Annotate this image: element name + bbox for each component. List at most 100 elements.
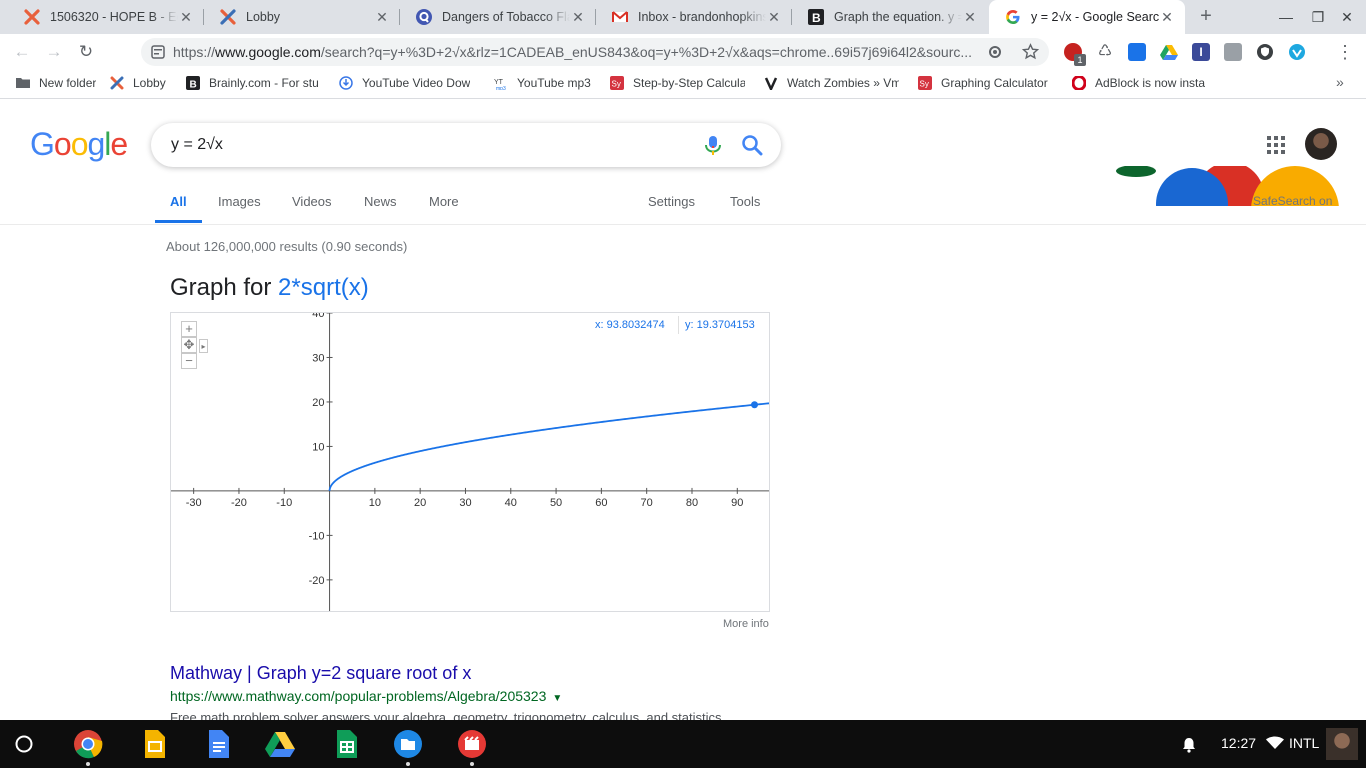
quizlet-q-icon [416,9,432,25]
account-avatar[interactable] [1305,128,1337,160]
svg-text:Sy: Sy [920,80,929,89]
calendar-extension-icon[interactable] [1128,43,1146,61]
x-tick-label: 20 [414,497,426,509]
browser-tab-1[interactable]: 1506320 - HOPE B - Edg ✕ [8,0,204,34]
tab-news[interactable]: News [364,194,397,209]
tab-settings[interactable]: Settings [648,194,695,209]
bookmark-item[interactable]: YT mp3 YouTube mp3 [494,76,591,90]
video-player-icon[interactable] [457,729,487,759]
bookmark-item[interactable]: Sy Graphing Calculator [918,76,1048,90]
graph-canvas[interactable]: -30 -20 -10 10 20 30 40 50 60 70 80 90 -20 -10 10 20 30 4… [171,313,769,611]
restore-button[interactable]: ❐ [1309,8,1327,26]
function-graph[interactable]: -30 -20 -10 10 20 30 40 50 60 70 80 90 -20 -10 10 20 30 4… [170,312,770,612]
tab-all[interactable]: All [170,194,187,209]
tab-close-icon[interactable]: ✕ [570,9,586,26]
google-drive-extension-icon[interactable] [1160,43,1178,61]
bookmark-item[interactable]: AdBlock is now insta [1072,76,1205,90]
voice-search-mic-icon[interactable] [703,135,723,157]
recycle-extension-icon[interactable]: ♺ [1096,43,1114,61]
notification-bell-icon[interactable] [1182,737,1196,753]
more-bookmarks-chevron-icon[interactable]: » [1336,74,1344,90]
bookmark-item[interactable]: New folder [16,76,96,90]
x-tick-label: 30 [459,497,471,509]
drive-icon[interactable] [265,729,295,759]
files-icon[interactable] [393,729,423,759]
x-tick-label: -30 [186,497,202,509]
chrome-menu-button[interactable]: ⋮ [1336,42,1354,63]
opera-icon [1072,76,1086,90]
address-bar[interactable]: https://www.google.com/search?q=y+%3D+2√… [141,38,1049,66]
pan-expand-chevron-icon[interactable]: ▸ [199,339,208,353]
google-logo[interactable]: Google [30,126,128,163]
svg-text:B: B [190,80,197,91]
back-button[interactable]: ← [11,41,33,63]
zoom-in-button[interactable]: + [181,321,197,337]
close-window-button[interactable]: ✕ [1338,8,1356,26]
graph-function-link[interactable]: 2*sqrt(x) [278,274,369,301]
nav-divider [0,224,1366,225]
chrome-icon[interactable] [73,729,103,759]
x-tick-label: 10 [369,497,381,509]
gray-extension-icon[interactable] [1224,43,1242,61]
tab-close-icon[interactable]: ✕ [766,9,782,26]
bookmark-item[interactable]: YouTube Video Dow [339,76,470,90]
edgenuity-x-icon [24,9,40,25]
bookmark-item[interactable]: Sy Step-by-Step Calcula [610,76,745,90]
tab-close-icon[interactable]: ✕ [962,9,978,26]
search-icon[interactable] [741,134,763,156]
result-title-link[interactable]: Mathway | Graph y=2 square root of x [170,663,471,684]
sheets-icon[interactable] [331,729,361,759]
forward-button[interactable]: → [43,41,65,63]
input-method-indicator[interactable]: INTL [1289,735,1319,751]
coordinate-readout: x: 93.8032474 y: 19.3704153 [590,314,768,336]
google-apps-grid-icon[interactable] [1266,135,1286,155]
x-tick-label: -10 [276,497,292,509]
x-tick-label: 70 [641,497,653,509]
shield-extension-icon[interactable] [1256,43,1274,61]
more-info-link[interactable]: More info [723,618,769,630]
slides-icon[interactable] [139,729,169,759]
bookmark-item[interactable]: Watch Zombies » Vm [764,76,899,90]
docs-icon[interactable] [203,729,233,759]
tab-videos[interactable]: Videos [292,194,332,209]
url-text: https://www.google.com/search?q=y+%3D+2√… [173,44,973,60]
bookmark-star-icon[interactable] [1022,43,1039,60]
safesearch-label[interactable]: SafeSearch on [1253,194,1332,208]
search-input[interactable]: y = 2√x [171,136,223,154]
browser-tab-5[interactable]: B Graph the equation. y = ✕ [792,0,988,34]
location-icon[interactable] [987,44,1003,60]
zoom-out-button[interactable]: − [181,353,197,369]
minimize-button[interactable]: — [1277,8,1295,26]
os-shelf [0,720,1366,768]
tab-close-icon[interactable]: ✕ [374,9,390,26]
x-tick-label: 90 [731,497,743,509]
browser-tab-2[interactable]: Lobby ✕ [204,0,400,34]
bookmark-item[interactable]: B Brainly.com - For stu [186,76,319,90]
account-status-avatar[interactable] [1326,728,1358,760]
x-tick-label: -20 [231,497,247,509]
instapaper-extension-icon[interactable]: I [1192,43,1210,61]
site-info-icon[interactable] [151,45,165,59]
brainly-icon: B [186,76,200,90]
tab-close-icon[interactable]: ✕ [1159,9,1175,26]
launcher-icon[interactable] [14,734,34,754]
browser-tab-6-active[interactable]: y = 2√x - Google Search ✕ [989,0,1185,34]
vpn-extension-icon[interactable] [1288,43,1306,61]
bookmarks-bar: New folder Lobby B Brainly.com - For stu … [0,70,1366,99]
browser-tab-3[interactable]: Dangers of Tobacco Fla ✕ [400,0,596,34]
wifi-icon[interactable] [1266,736,1284,750]
reload-button[interactable]: ↻ [75,41,97,63]
tab-more[interactable]: More [429,194,459,209]
tab-tools[interactable]: Tools [730,194,760,209]
tab-images[interactable]: Images [218,194,261,209]
search-box[interactable]: y = 2√x [151,123,781,167]
pan-button[interactable]: ✥ [181,337,197,353]
tab-close-icon[interactable]: ✕ [178,9,194,26]
browser-tab-4[interactable]: Inbox - brandonhopkins ✕ [596,0,792,34]
readout-y: y: 19.3704153 [685,319,755,331]
result-url[interactable]: https://www.mathway.com/popular-problems… [170,688,562,704]
clock[interactable]: 12:27 [1221,735,1256,751]
bookmark-item[interactable]: Lobby [110,76,166,90]
new-tab-button[interactable]: + [1195,5,1217,27]
url-dropdown-arrow-icon[interactable]: ▼ [552,693,562,704]
